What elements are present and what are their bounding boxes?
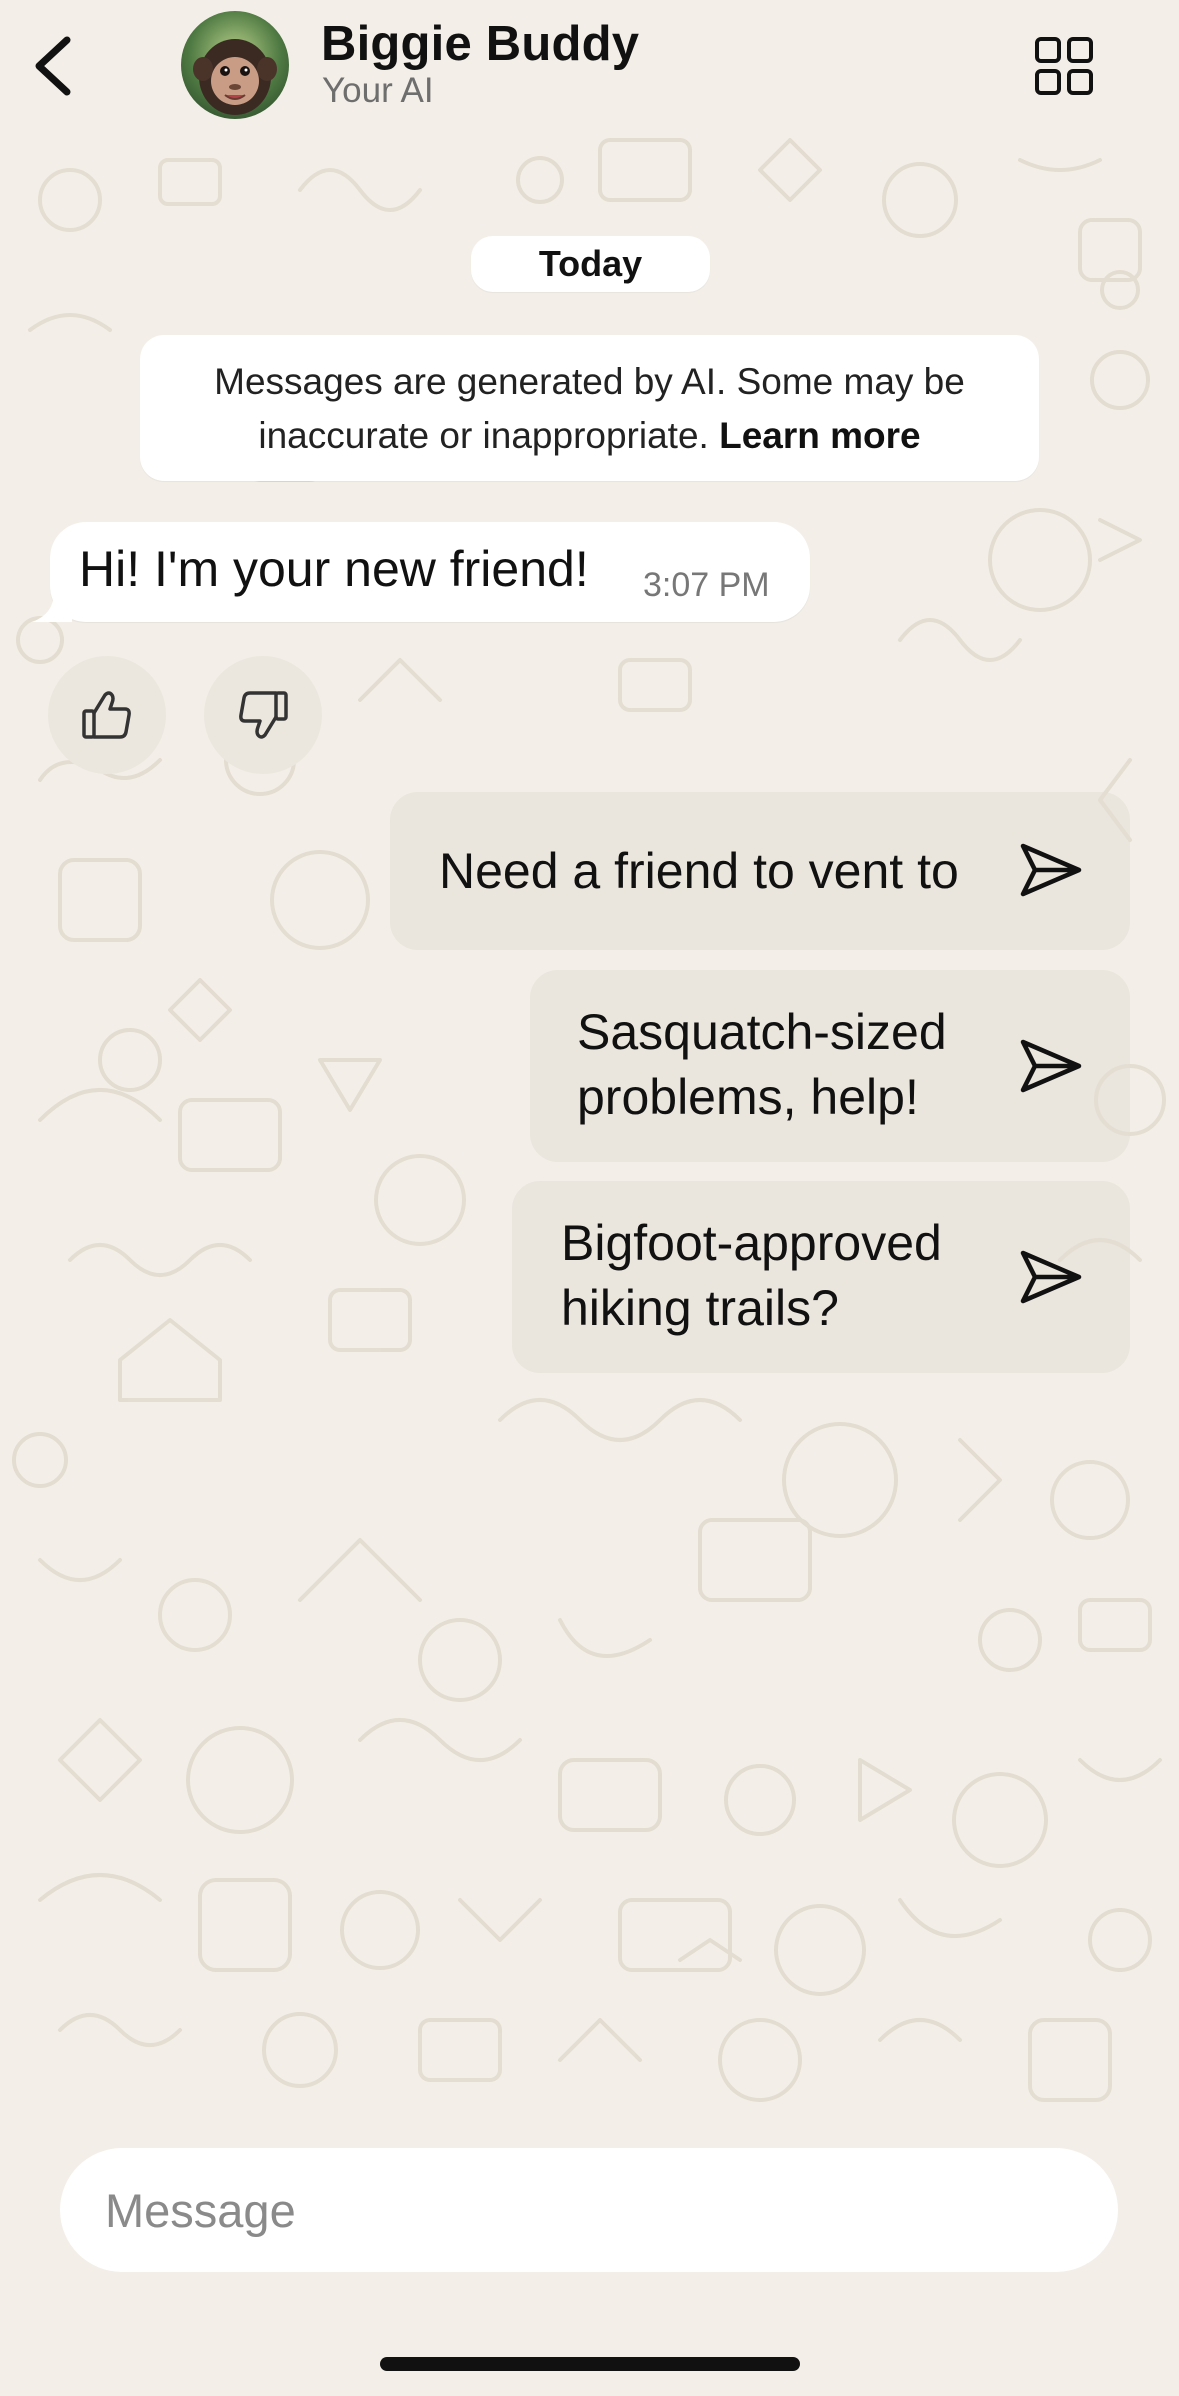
thumbs-up-icon xyxy=(82,691,131,739)
bubble-tail xyxy=(32,592,72,622)
suggestion-chip[interactable]: Need a friend to vent to xyxy=(390,792,1130,950)
menu-button[interactable] xyxy=(1026,28,1102,104)
grid-icon xyxy=(1035,37,1093,95)
ai-disclaimer-line1: Messages are generated by AI. Some may b… xyxy=(214,361,965,402)
dislike-button[interactable] xyxy=(204,656,322,774)
composer-bar xyxy=(0,2120,1179,2396)
send-icon xyxy=(1020,1039,1082,1093)
suggestion-text: Bigfoot-approved hiking trails? xyxy=(561,1215,942,1336)
home-indicator[interactable] xyxy=(380,2357,800,2371)
thumbs-down-icon xyxy=(239,691,288,739)
contact-name[interactable]: Biggie Buddy xyxy=(321,16,639,72)
suggestion-chip[interactable]: Bigfoot-approved hiking trails? xyxy=(512,1181,1130,1373)
ai-disclaimer: Messages are generated by AI. Some may b… xyxy=(140,335,1039,481)
message-time: 3:07 PM xyxy=(643,566,770,604)
monkey-avatar xyxy=(181,11,289,119)
ai-disclaimer-text: inaccurate or inappropriate. xyxy=(258,415,720,456)
ai-disclaimer-line2: inaccurate or inappropriate. Learn more xyxy=(168,409,1011,463)
chevron-left-icon xyxy=(35,36,71,96)
contact-subtitle: Your AI xyxy=(322,71,434,110)
incoming-message[interactable]: Hi! I'm your new friend! 3:07 PM xyxy=(32,522,810,622)
chat-header: Biggie Buddy Your AI xyxy=(0,0,1179,130)
date-divider: Today xyxy=(471,236,710,292)
message-text: Hi! I'm your new friend! xyxy=(79,541,589,597)
suggestion-chip[interactable]: Sasquatch-sized problems, help! xyxy=(530,970,1130,1162)
learn-more-link[interactable]: Learn more xyxy=(719,415,921,456)
like-button[interactable] xyxy=(48,656,166,774)
send-icon xyxy=(1020,1250,1082,1304)
suggestion-text: Need a friend to vent to xyxy=(439,843,959,899)
message-input[interactable] xyxy=(60,2148,1118,2272)
back-button[interactable] xyxy=(18,28,88,104)
avatar[interactable] xyxy=(181,11,289,119)
send-icon xyxy=(1020,843,1082,897)
suggestion-text: Sasquatch-sized problems, help! xyxy=(577,1004,947,1125)
